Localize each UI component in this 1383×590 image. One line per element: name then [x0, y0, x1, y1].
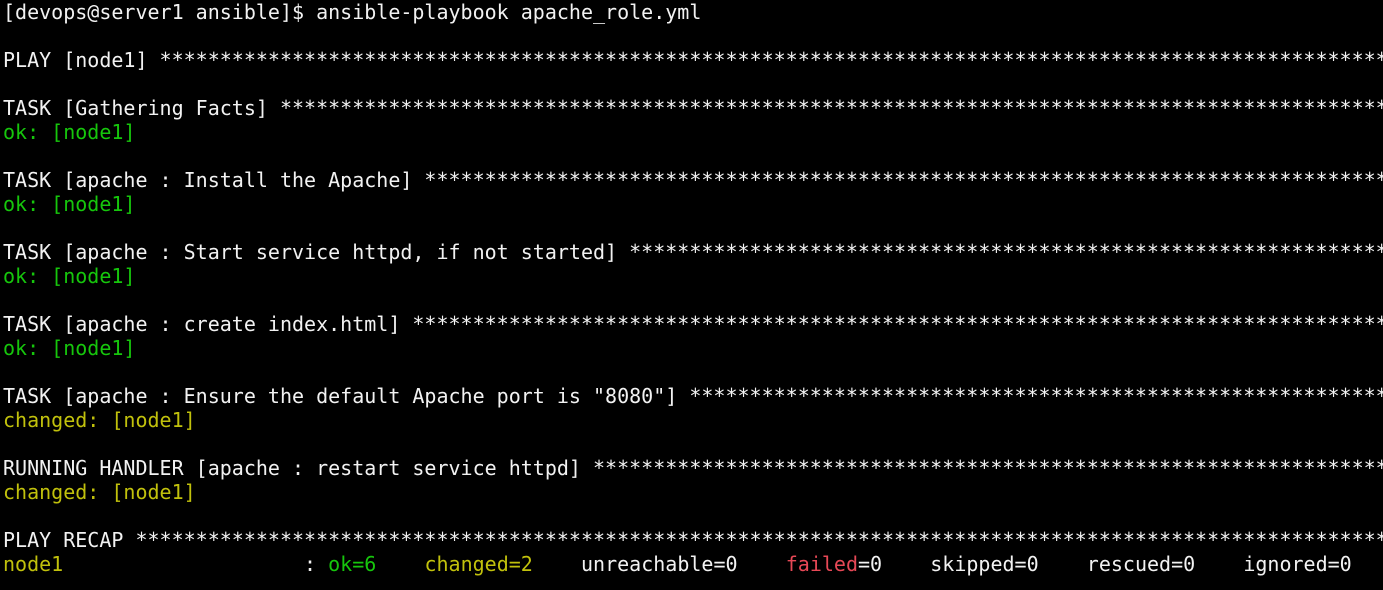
- handler-header: RUNNING HANDLER [apache : restart servic…: [3, 456, 1383, 480]
- terminal-window[interactable]: [devops@server1 ansible]$ ansible-playbo…: [0, 0, 1383, 590]
- recap-failed-label: failed: [785, 552, 858, 576]
- recap-host: node1: [3, 552, 64, 576]
- task-result: ok: [node1]: [3, 264, 136, 288]
- recap-header: PLAY RECAP *****************************…: [3, 528, 1383, 552]
- task-result: ok: [node1]: [3, 120, 136, 144]
- task-result: changed: [node1]: [3, 408, 196, 432]
- recap-skipped: skipped=0: [930, 552, 1039, 576]
- recap-changed: changed=2: [424, 552, 533, 576]
- recap-gap: [376, 552, 424, 576]
- recap-gap: [1195, 552, 1243, 576]
- recap-rescued: rescued=0: [1086, 552, 1196, 576]
- recap-ok: ok=6: [328, 552, 377, 576]
- task-result: ok: [node1]: [3, 336, 136, 360]
- task-header: TASK [apache : Start service httpd, if n…: [3, 240, 1383, 264]
- recap-gap: [882, 552, 930, 576]
- command-prompt-line: [devops@server1 ansible]$ ansible-playbo…: [3, 0, 702, 24]
- recap-gap: [1039, 552, 1087, 576]
- recap-gap: [738, 552, 786, 576]
- recap-failed-value: =0: [857, 552, 883, 576]
- handler-result: changed: [node1]: [3, 480, 196, 504]
- task-header: TASK [apache : Install the Apache] *****…: [3, 168, 1383, 192]
- task-header: TASK [Gathering Facts] *****************…: [3, 96, 1383, 120]
- recap-unreachable: unreachable=0: [581, 552, 738, 576]
- task-result: ok: [node1]: [3, 192, 136, 216]
- play-header: PLAY [node1] ***************************…: [3, 48, 1383, 72]
- recap-gap: [533, 552, 581, 576]
- recap-line: node1 : ok=6 changed=2 unreachable=0 fai…: [3, 552, 1383, 576]
- task-header: TASK [apache : Ensure the default Apache…: [3, 384, 1383, 408]
- task-header: TASK [apache : create index.html] ******…: [3, 312, 1383, 336]
- recap-separator: :: [63, 552, 329, 576]
- recap-ignored: ignored=0: [1243, 552, 1352, 576]
